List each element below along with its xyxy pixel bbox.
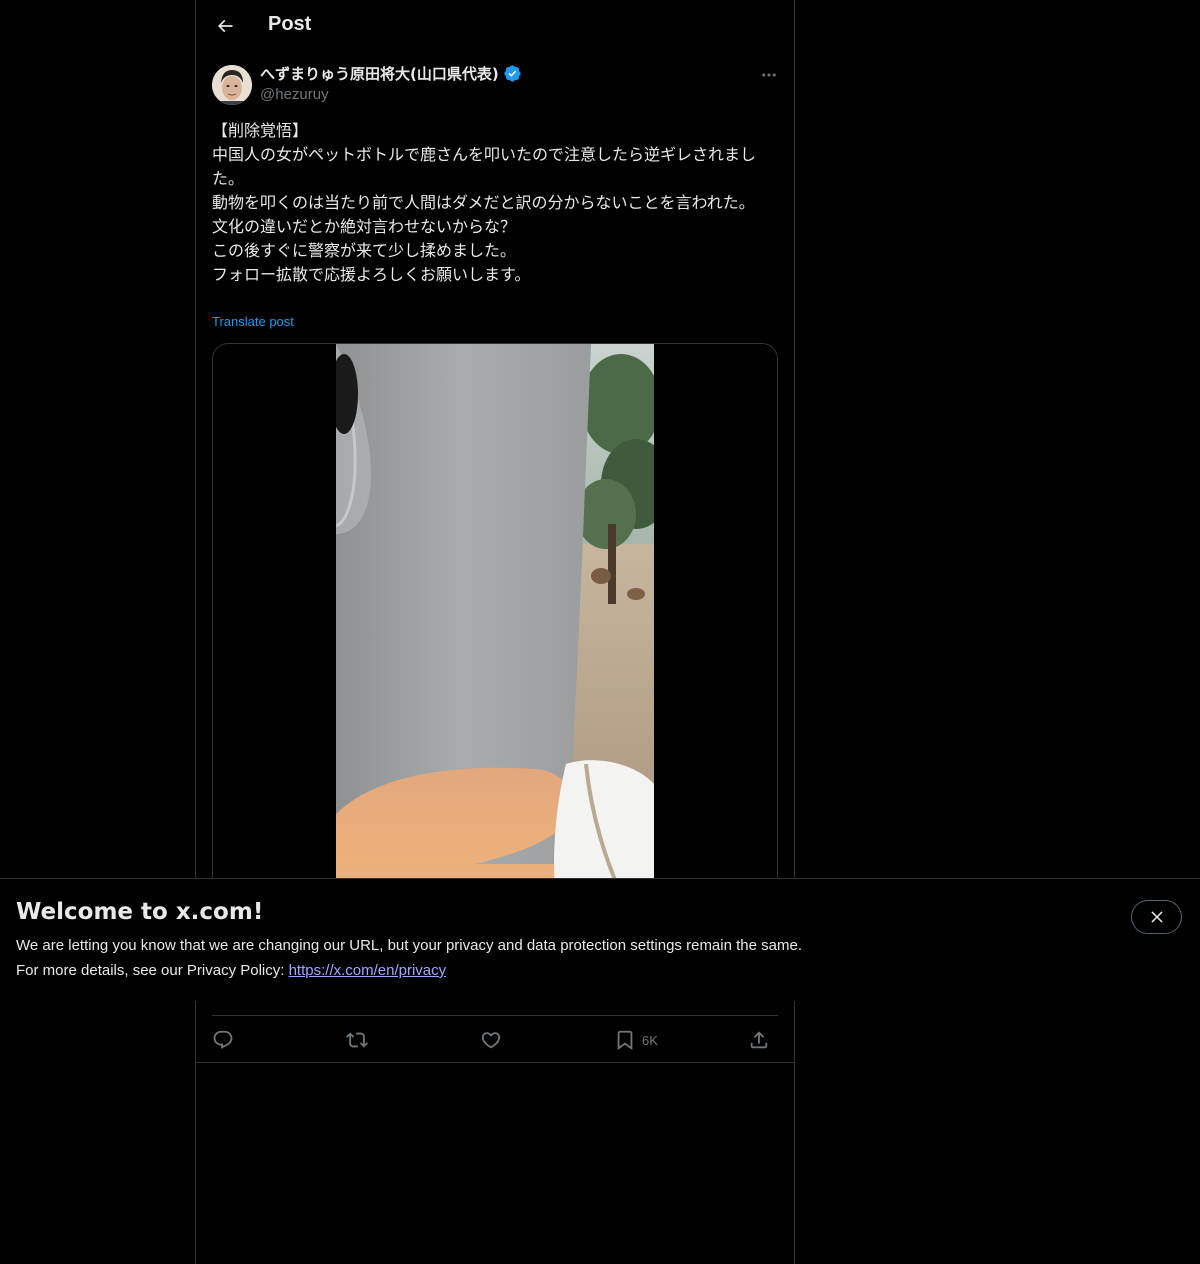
bookmark-icon: [617, 1030, 633, 1051]
post-text-line: 動物を叩くのは当たり前で人間はダメだと訳の分からないことを言われた。: [212, 193, 755, 212]
author-handle[interactable]: @hezuruy: [260, 86, 329, 103]
banner-message: We are letting you know that we are chan…: [16, 937, 802, 954]
share-button[interactable]: [748, 1028, 776, 1052]
top-bar: Post: [196, 0, 794, 53]
display-name[interactable]: へずまりゅう原田将大(山口県代表): [260, 63, 499, 84]
banner-details: For more details, see our Privacy Policy…: [16, 962, 446, 979]
post-text-line: 中国人の女がペットボトルで鹿さんを叩いたので注意したら逆ギレされました。: [212, 145, 757, 188]
more-horizontal-icon: [762, 73, 776, 77]
video-frame: [336, 344, 654, 904]
like-button[interactable]: [480, 1028, 508, 1052]
share-icon: [750, 1031, 768, 1049]
post-text-line: 文化の違いだとか絶対言わせないからな？: [212, 217, 517, 236]
media-container[interactable]: [212, 343, 778, 905]
banner-close-button[interactable]: [1131, 900, 1182, 934]
repost-button[interactable]: [346, 1028, 374, 1052]
post-text-line: 【削除覚悟】: [212, 121, 309, 140]
repost-icon: [346, 1032, 368, 1048]
back-button[interactable]: [208, 9, 242, 43]
page: Post へずまりゅう原田将大(山口県代表) @hezuruy 【削除覚悟】 中…: [0, 0, 1200, 1264]
avatar[interactable]: [212, 65, 252, 105]
author-name-row[interactable]: へずまりゅう原田将大(山口県代表): [260, 63, 522, 84]
banner-details-text: For more details, see our Privacy Policy…: [16, 962, 289, 979]
bookmark-count: 6K: [642, 1032, 658, 1048]
privacy-policy-link[interactable]: https://x.com/en/privacy: [289, 962, 447, 979]
reply-button[interactable]: [212, 1028, 240, 1052]
video-player[interactable]: [336, 344, 654, 904]
translate-post-link[interactable]: Translate post: [212, 314, 294, 329]
avatar-image: [212, 65, 252, 105]
post-text: 【削除覚悟】 中国人の女がペットボトルで鹿さんを叩いたので注意したら逆ギレされま…: [212, 119, 777, 287]
close-icon: [1150, 911, 1163, 923]
primary-column: Post へずまりゅう原田将大(山口県代表) @hezuruy 【削除覚悟】 中…: [195, 0, 795, 1264]
page-title: Post: [268, 13, 312, 35]
post-text-line: フォロー拡散で応援よろしくお願いします。: [212, 265, 531, 284]
divider: [196, 1062, 794, 1063]
banner-title: Welcome to x.com!: [16, 899, 264, 925]
url-change-banner: Welcome to x.com! We are letting you kno…: [0, 878, 1200, 1001]
verified-badge-icon: [504, 65, 521, 82]
action-bar: 6K: [212, 1015, 778, 1064]
post-text-line: この後すぐに警察が来て少し揉めました。: [212, 241, 517, 260]
bookmark-button[interactable]: 6K: [614, 1028, 658, 1052]
arrow-left-icon: [217, 19, 233, 33]
reply-icon: [213, 1030, 233, 1049]
heart-icon: [481, 1032, 501, 1049]
more-options-button[interactable]: [756, 62, 782, 88]
